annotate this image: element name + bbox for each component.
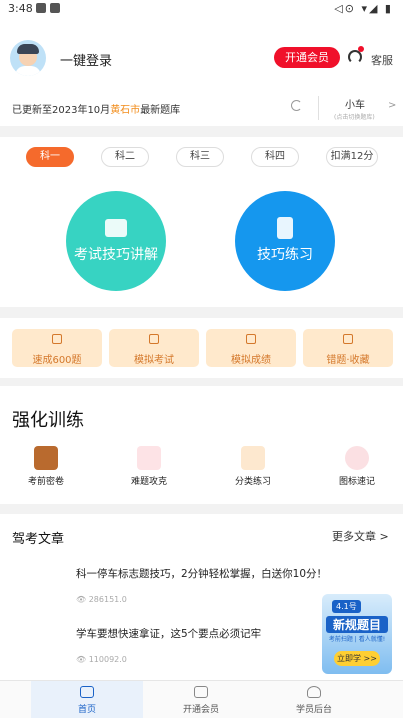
exam-tips-label: 考试技巧讲解: [74, 247, 158, 263]
article-views: 👁 286151.0: [76, 595, 127, 604]
quick-600-button[interactable]: 速成600题: [12, 329, 102, 367]
training-label: 分类练习: [234, 477, 271, 487]
pencil-icon: [149, 334, 159, 344]
training-label: 考前密卷: [27, 477, 64, 487]
chevron-right-icon[interactable]: >: [388, 100, 396, 111]
promo-tag: 4.1号: [332, 600, 361, 613]
notification-icon: [36, 3, 46, 13]
nav-home[interactable]: 首页: [31, 681, 143, 718]
refresh-icon[interactable]: [291, 100, 302, 111]
checklist-icon: [137, 446, 161, 470]
tab-penalty-12[interactable]: 扣满12分: [326, 147, 378, 167]
tips-practice-label: 技巧练习: [257, 247, 313, 263]
update-bar: 已更新至2023年10月黄石市最新题库 小车 (点击切换题库) >: [0, 90, 403, 126]
mistakes-favorites-button[interactable]: 错题·收藏: [303, 329, 393, 367]
articles-section: 驾考文章 更多文章 > 科一停车标志题技巧，2分钟轻松掌握，白送你10分！ 👁 …: [0, 514, 403, 682]
star-icon: [343, 334, 353, 344]
edit-icon: [241, 446, 265, 470]
article-title: 学车要想快速拿证，这5个要点必须记牢: [76, 628, 262, 640]
training-section: 强化训练 考前密卷 难题攻克 分类练习 图标速记: [0, 386, 403, 504]
service-label[interactable]: 客服: [371, 52, 393, 68]
scroll-icon: [34, 446, 58, 470]
no-entry-icon: [345, 446, 369, 470]
subject-panel: 科一 科二 科三 科四 扣满12分 考试技巧讲解 技巧练习: [0, 137, 403, 307]
quick-label: 模拟成绩: [231, 355, 271, 366]
update-prefix: 已更新至2023年10月: [12, 105, 111, 116]
tab-subject-1[interactable]: 科一: [26, 147, 74, 167]
app-icon: [50, 3, 60, 13]
nav-student[interactable]: 学员后台: [258, 681, 370, 718]
user-icon: [307, 686, 321, 698]
status-time: 3:48: [8, 2, 33, 15]
clipboard-icon: [277, 217, 293, 239]
book-icon: [52, 334, 62, 344]
promo-headline: 新规题目: [326, 616, 388, 633]
tips-practice-button[interactable]: 技巧练习: [235, 191, 335, 291]
tab-subject-3[interactable]: 科三: [176, 147, 224, 167]
training-label: 难题攻克: [130, 477, 167, 487]
nav-vip[interactable]: 开通会员: [145, 681, 257, 718]
car-type[interactable]: 小车: [345, 96, 365, 111]
quick-label: 模拟考试: [134, 355, 174, 366]
quick-label: 错题·收藏: [326, 355, 370, 366]
article-views: 👁 110092.0: [76, 655, 127, 664]
training-label: 图标速记: [338, 477, 375, 487]
promo-button[interactable]: 立即学 >>: [334, 651, 380, 666]
mock-score-button[interactable]: 模拟成绩: [206, 329, 296, 367]
video-icon: [105, 219, 127, 237]
article-title: 科一停车标志题技巧，2分钟轻松掌握，白送你10分！: [76, 568, 328, 580]
score-icon: [246, 334, 256, 344]
quick-actions: 速成600题 模拟考试 模拟成绩 错题·收藏: [0, 318, 403, 378]
update-suffix: 最新题库: [140, 105, 181, 116]
car-type-hint: (点击切换题库): [334, 114, 375, 121]
avatar[interactable]: [10, 40, 46, 76]
notification-dot-icon: [358, 46, 364, 52]
header: 一键登录 开通会员 客服: [0, 18, 403, 98]
divider: [318, 96, 319, 120]
update-text: 已更新至2023年10月黄石市最新题库: [12, 101, 180, 116]
bottom-nav: 首页 开通会员 学员后台: [0, 680, 403, 718]
mock-exam-button[interactable]: 模拟考试: [109, 329, 199, 367]
status-indicators: ◁⊙ ▾◢ ▮: [334, 2, 393, 15]
nav-label: 开通会员: [182, 705, 219, 715]
articles-title: 驾考文章: [12, 532, 65, 547]
tab-subject-4[interactable]: 科四: [251, 147, 299, 167]
login-link[interactable]: 一键登录: [60, 50, 112, 69]
headset-icon[interactable]: [348, 50, 362, 64]
paper-plane-icon: [80, 686, 94, 698]
promo-sub: 考前扫题 | 看人就懂!: [328, 636, 386, 643]
training-title: 强化训练: [12, 410, 84, 431]
nav-label: 首页: [77, 705, 96, 715]
exam-tips-button[interactable]: 考试技巧讲解: [66, 191, 166, 291]
article-item[interactable]: 科一停车标志题技巧，2分钟轻松掌握，白送你10分！ 👁 286151.0: [76, 566, 328, 604]
nav-label: 学员后台: [295, 705, 332, 715]
article-item[interactable]: 学车要想快速拿证，这5个要点必须记牢 👁 110092.0: [76, 626, 316, 664]
promo-banner[interactable]: 4.1号 新规题目 考前扫题 | 看人就懂! 立即学 >>: [322, 594, 392, 674]
diamond-icon: [194, 686, 208, 698]
status-bar: 3:48 ◁⊙ ▾◢ ▮: [0, 0, 403, 18]
more-articles-link[interactable]: 更多文章 >: [332, 528, 389, 544]
vip-button[interactable]: 开通会员: [274, 47, 340, 68]
tab-subject-2[interactable]: 科二: [101, 147, 149, 167]
quick-label: 速成600题: [32, 355, 82, 366]
city-link[interactable]: 黄石市: [110, 105, 140, 116]
